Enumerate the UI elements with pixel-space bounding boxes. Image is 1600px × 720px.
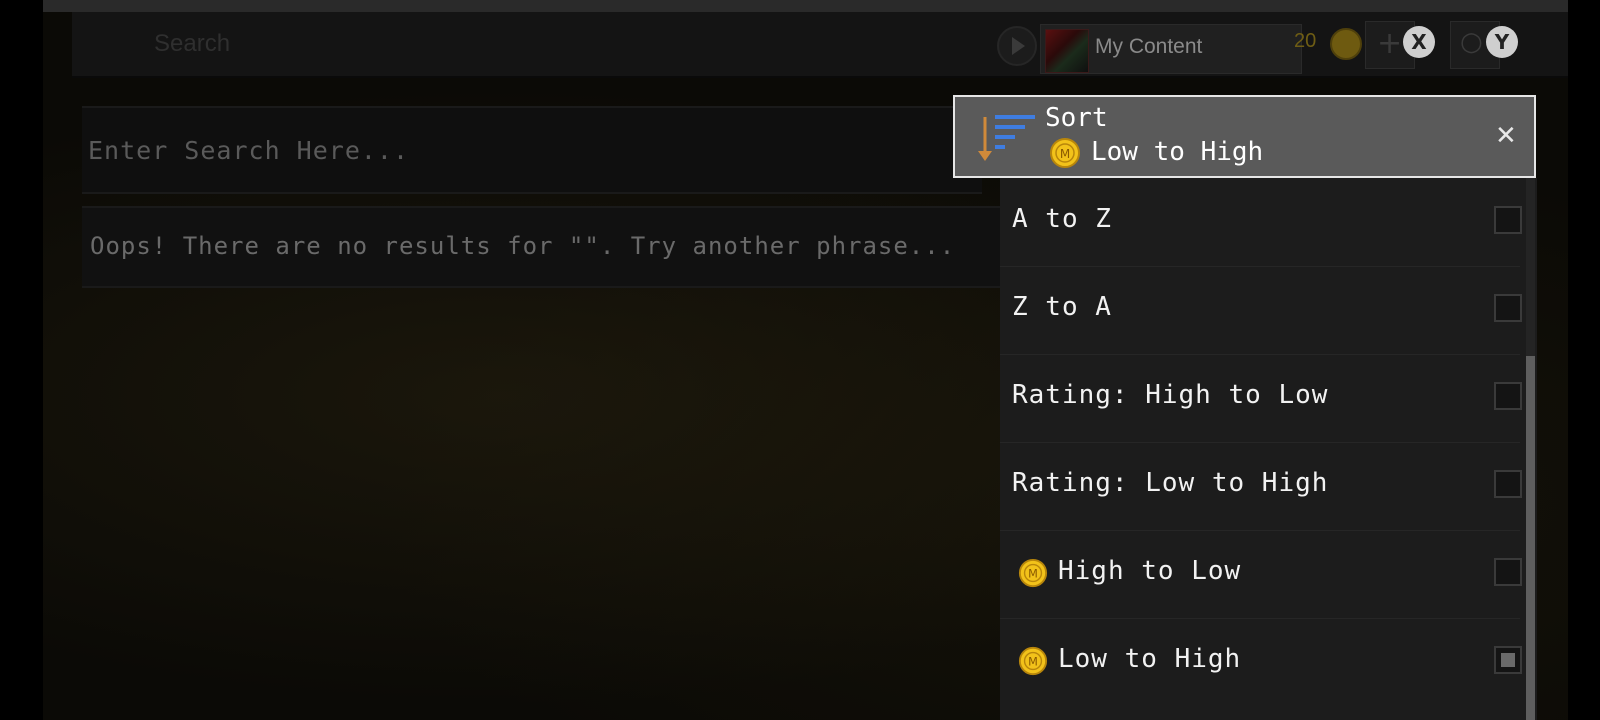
- sort-current-value: Low to High: [1091, 137, 1264, 167]
- avatar: [1045, 29, 1089, 73]
- sort-option-label: Rating: High to Low: [1012, 380, 1329, 410]
- checkbox[interactable]: [1494, 470, 1522, 498]
- plus-icon: +: [1377, 26, 1403, 61]
- sort-option-rating-high-to-low[interactable]: Rating: High to Low: [1000, 354, 1522, 443]
- checkbox-checked[interactable]: [1494, 646, 1522, 674]
- coin-icon: [1330, 28, 1362, 60]
- y-button-glyph: Y: [1486, 26, 1518, 58]
- sort-option-price-low-to-high[interactable]: M Low to High: [1000, 618, 1522, 706]
- sort-option-label: Low to High: [1058, 644, 1242, 674]
- no-results-message: Oops! There are no results for "". Try a…: [82, 206, 1000, 288]
- sort-option-price-high-to-low[interactable]: M High to Low: [1000, 530, 1522, 619]
- coin-count: 20: [1294, 30, 1317, 52]
- coin-icon: M: [1050, 138, 1080, 168]
- svg-text:M: M: [1028, 656, 1038, 669]
- checkbox[interactable]: [1494, 294, 1522, 322]
- sort-option-label: Rating: Low to High: [1012, 468, 1329, 498]
- search-input[interactable]: Enter Search Here...: [82, 106, 982, 194]
- search-icon: ○: [1460, 27, 1483, 57]
- sort-dropdown-header[interactable]: Sort M Low to High ✕: [953, 95, 1536, 178]
- sort-title: Sort: [1045, 103, 1108, 133]
- sort-option-label: Z to A: [1012, 292, 1112, 322]
- sort-option-a-to-z[interactable]: A to Z: [1000, 178, 1522, 267]
- sort-option-z-to-a[interactable]: Z to A: [1000, 266, 1522, 355]
- sort-icon: [978, 115, 1035, 161]
- checkbox[interactable]: [1494, 382, 1522, 410]
- svg-text:M: M: [1028, 568, 1038, 581]
- x-button-glyph: X: [1403, 26, 1435, 58]
- checkbox[interactable]: [1494, 558, 1522, 586]
- sort-option-rating-low-to-high[interactable]: Rating: Low to High: [1000, 442, 1522, 531]
- top-bar: Search My Content 20 + X ○ Y: [72, 12, 1568, 78]
- sort-option-label: High to Low: [1058, 556, 1242, 586]
- svg-text:M: M: [1060, 147, 1070, 161]
- my-content-button[interactable]: My Content: [1040, 24, 1302, 74]
- scrollbar-track: [1526, 178, 1535, 356]
- top-band: [43, 0, 1568, 12]
- sort-option-label: A to Z: [1012, 204, 1112, 234]
- my-content-label: My Content: [1095, 35, 1203, 58]
- close-icon[interactable]: ✕: [1495, 121, 1517, 151]
- scrollbar-thumb[interactable]: [1526, 356, 1535, 720]
- checkbox[interactable]: [1494, 206, 1522, 234]
- header-search-label[interactable]: Search: [154, 30, 230, 58]
- play-icon[interactable]: [997, 26, 1037, 66]
- coin-icon: M: [1018, 558, 1048, 588]
- search-placeholder: Enter Search Here...: [88, 136, 410, 165]
- no-results-text: Oops! There are no results for "". Try a…: [90, 232, 956, 260]
- coin-icon: M: [1018, 646, 1048, 676]
